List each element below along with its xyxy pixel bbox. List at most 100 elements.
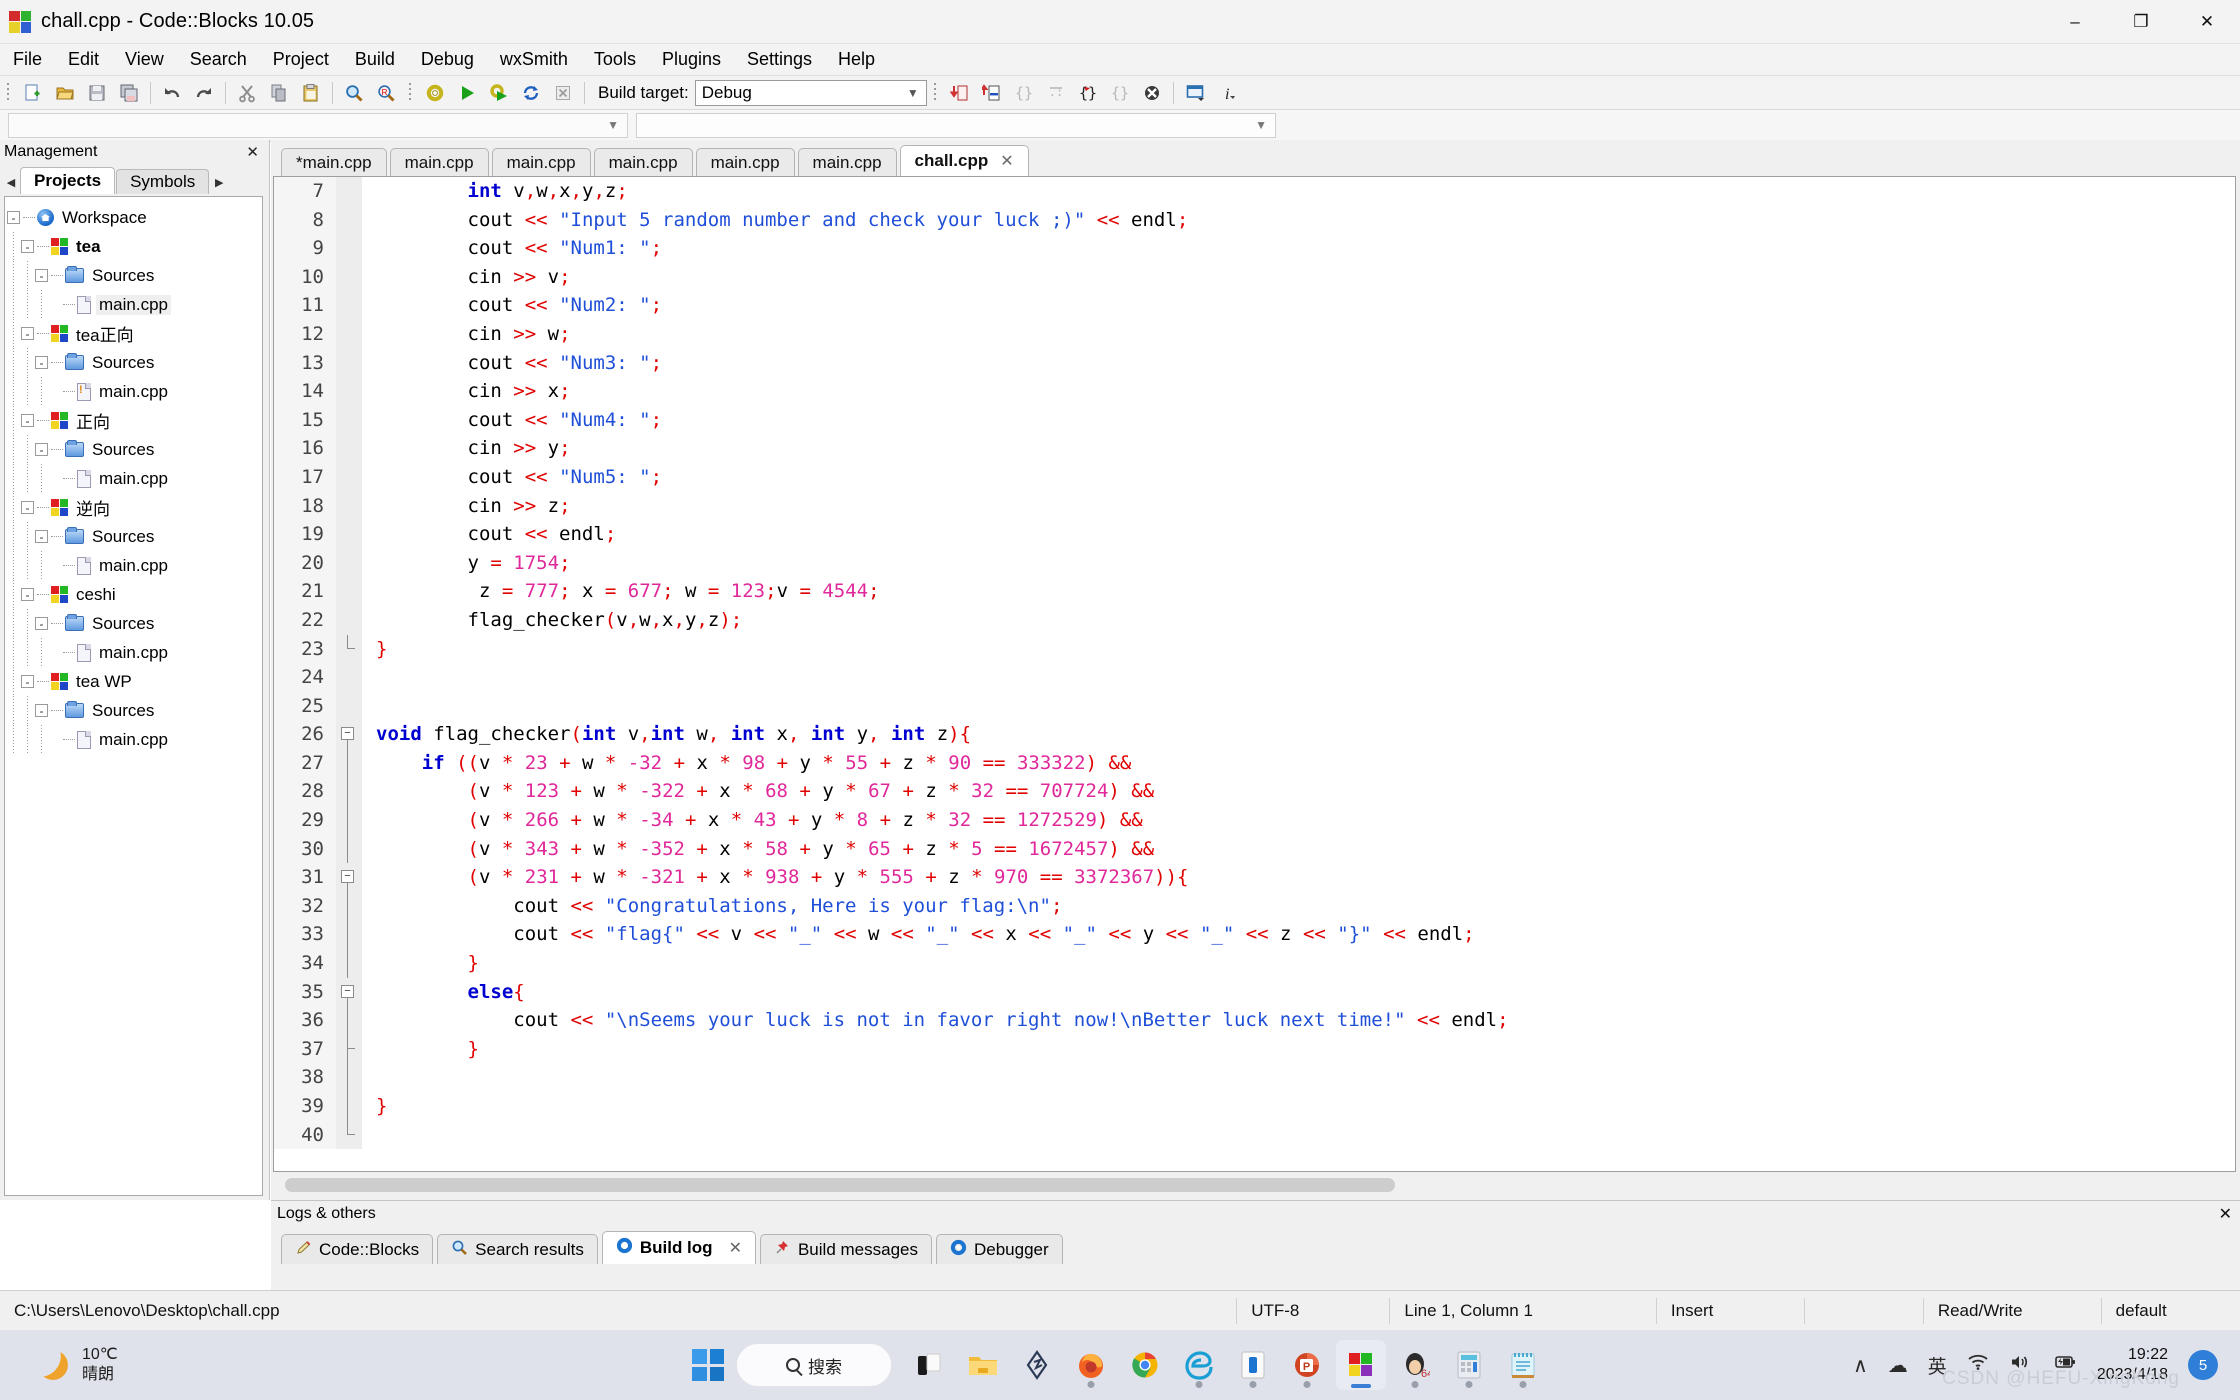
close-button[interactable]: ✕: [2174, 0, 2240, 44]
tree-item[interactable]: main.cpp: [7, 290, 262, 319]
tree-expander[interactable]: -: [21, 501, 34, 514]
code-line[interactable]: 31− (v * 231 + w * -321 + x * 938 + y * …: [274, 863, 2235, 892]
editor-tab[interactable]: main.cpp: [695, 148, 795, 176]
stop-debug-icon[interactable]: [1137, 79, 1167, 107]
code-text[interactable]: flag_checker(v,w,x,y,z);: [362, 606, 743, 635]
paste-icon[interactable]: [296, 79, 326, 107]
fold-margin[interactable]: [336, 691, 362, 721]
code-text[interactable]: cout << "flag{" << v << "_" << w << "_" …: [362, 920, 1474, 949]
cloud-icon[interactable]: ☁: [1888, 1353, 1908, 1378]
code-text[interactable]: (v * 266 + w * -34 + x * 43 + y * 8 + z …: [362, 806, 1143, 835]
editor-horizontal-scrollbar-thumb[interactable]: [285, 1178, 1395, 1192]
taskbar-chrome-icon[interactable]: [1120, 1340, 1170, 1390]
close-icon[interactable]: ✕: [729, 1238, 742, 1258]
copy-icon[interactable]: [264, 79, 294, 107]
code-line[interactable]: 7 int v,w,x,y,z;: [274, 177, 2235, 206]
tree-expander[interactable]: -: [35, 269, 48, 282]
fold-margin[interactable]: [336, 663, 362, 692]
code-text[interactable]: [362, 663, 376, 692]
fold-toggle-icon[interactable]: −: [341, 727, 354, 741]
code-line[interactable]: 34 }: [274, 949, 2235, 978]
tabs-scroll-right-icon[interactable]: ▶: [210, 170, 228, 194]
menu-item-plugins[interactable]: Plugins: [649, 47, 734, 72]
save-all-icon[interactable]: [114, 79, 144, 107]
save-icon[interactable]: [82, 79, 112, 107]
code-line[interactable]: 23}: [274, 634, 2235, 664]
code-text[interactable]: [362, 1063, 376, 1092]
code-text[interactable]: int v,w,x,y,z;: [362, 177, 628, 206]
code-text[interactable]: cout << endl;: [362, 520, 617, 549]
tree-expander[interactable]: -: [35, 530, 48, 543]
tree-expander[interactable]: -: [21, 240, 34, 253]
fold-margin[interactable]: [336, 920, 362, 950]
taskbar-file-explorer-icon[interactable]: [958, 1340, 1008, 1390]
tree-expander[interactable]: -: [35, 356, 48, 369]
info-icon[interactable]: i: [1212, 79, 1242, 107]
code-text[interactable]: y = 1754;: [362, 549, 571, 578]
toolbar-grip[interactable]: [4, 80, 13, 106]
code-line[interactable]: 18 cin >> z;: [274, 491, 2235, 521]
code-line[interactable]: 40: [274, 1120, 2235, 1150]
tree-expander[interactable]: -: [21, 327, 34, 340]
code-text[interactable]: cout << "Num2: ";: [362, 291, 663, 320]
code-line[interactable]: 24: [274, 663, 2235, 692]
code-text[interactable]: (v * 123 + w * -322 + x * 68 + y * 67 + …: [362, 777, 1155, 806]
fold-margin[interactable]: [336, 777, 362, 807]
fold-margin[interactable]: [336, 434, 362, 463]
taskbar-search-box[interactable]: 搜索: [736, 1343, 892, 1387]
code-completion-symbol-combo[interactable]: ▼: [636, 113, 1276, 138]
tree-expander[interactable]: -: [35, 443, 48, 456]
tree-expander[interactable]: -: [21, 414, 34, 427]
code-text[interactable]: void flag_checker(int v,int w, int x, in…: [362, 720, 971, 749]
code-line[interactable]: 22 flag_checker(v,w,x,y,z);: [274, 605, 2235, 635]
volume-icon[interactable]: [2009, 1353, 2031, 1377]
braces-alt-icon[interactable]: {}: [1105, 79, 1135, 107]
tree-expander[interactable]: -: [35, 617, 48, 630]
code-line[interactable]: 33 cout << "flag{" << v << "_" << w << "…: [274, 920, 2235, 950]
braces-icon[interactable]: {}: [1009, 79, 1039, 107]
code-text[interactable]: cout << "Num1: ";: [362, 234, 663, 263]
tree-item[interactable]: - ceshi: [7, 580, 262, 609]
taskbar-ida-pro-icon[interactable]: [1012, 1340, 1062, 1390]
code-line[interactable]: 15 cout << "Num4: ";: [274, 405, 2235, 435]
code-completion-scope-combo[interactable]: ▼: [8, 113, 628, 138]
code-line[interactable]: 35− else{: [274, 977, 2235, 1007]
fold-margin[interactable]: [336, 234, 362, 263]
code-text[interactable]: cin >> z;: [362, 492, 571, 521]
fold-toggle-icon[interactable]: −: [341, 984, 354, 998]
code-line[interactable]: 14 cin >> x;: [274, 377, 2235, 406]
menu-item-edit[interactable]: Edit: [55, 47, 112, 72]
fold-margin[interactable]: [336, 891, 362, 921]
code-line[interactable]: 12 cin >> w;: [274, 319, 2235, 349]
ime-icon[interactable]: 英: [1928, 1352, 1947, 1379]
tree-expander[interactable]: -: [21, 588, 34, 601]
code-text[interactable]: cout << "Num5: ";: [362, 463, 663, 492]
close-icon[interactable]: ✕: [2219, 1204, 2232, 1224]
build-icon[interactable]: [420, 79, 450, 107]
step-out-icon[interactable]: [977, 79, 1007, 107]
fold-margin[interactable]: [336, 377, 362, 406]
tree-item[interactable]: - Sources: [7, 435, 262, 464]
code-lines[interactable]: 7 int v,w,x,y,z; 8 cout << "Input 5 rando…: [274, 177, 2235, 1171]
code-text[interactable]: }: [362, 949, 479, 978]
code-line[interactable]: 25: [274, 691, 2235, 721]
code-text[interactable]: cout << "\nSeems your luck is not in fav…: [362, 1006, 1508, 1035]
step-into-icon[interactable]: [945, 79, 975, 107]
menu-item-help[interactable]: Help: [825, 47, 888, 72]
tree-item[interactable]: - tea WP: [7, 667, 262, 696]
tree-item[interactable]: - Sources: [7, 609, 262, 638]
taskbar-qq-icon[interactable]: 64: [1390, 1340, 1440, 1390]
code-line[interactable]: 16 cin >> y;: [274, 434, 2235, 463]
menu-item-view[interactable]: View: [112, 47, 177, 72]
fold-margin[interactable]: −: [336, 977, 362, 1007]
taskbar-firefox-icon[interactable]: [1066, 1340, 1116, 1390]
code-line[interactable]: 10 cin >> v;: [274, 262, 2235, 292]
log-tab[interactable]: Build messages: [759, 1234, 932, 1264]
code-text[interactable]: }: [362, 1092, 387, 1121]
minimize-button[interactable]: –: [2042, 0, 2108, 44]
battery-charging-icon[interactable]: [2051, 1353, 2077, 1377]
fold-margin[interactable]: [336, 262, 362, 292]
fold-margin[interactable]: −: [336, 720, 362, 749]
chevron-up-icon[interactable]: ∧: [1853, 1353, 1868, 1378]
build-target-select[interactable]: Debug ▼: [694, 79, 927, 106]
